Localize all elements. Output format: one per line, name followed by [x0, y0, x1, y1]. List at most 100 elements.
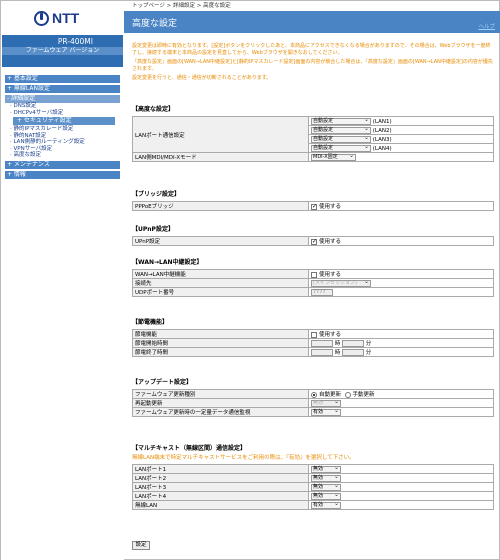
ntt-logo-icon [34, 10, 49, 26]
multicast-row-label: LANポート4 [132, 491, 309, 501]
mdi-select[interactable]: MDI-X固定 [311, 153, 356, 161]
relay-checkbox[interactable] [311, 271, 317, 278]
power-end-min[interactable] [342, 349, 365, 356]
advanced-section: 【高度な設定】 LANポート通信設定 自動設定 (LAN1) 自動設定 (LAN… [132, 106, 494, 162]
power-start-min[interactable] [342, 340, 365, 347]
manual-update-radio[interactable] [344, 391, 351, 398]
power-func-checkbox[interactable] [311, 331, 317, 338]
dest-label: 接続先 [132, 278, 309, 288]
power-func-option: 使用する [319, 332, 342, 338]
multicast-row-label: 無線LAN [132, 500, 309, 510]
ntt-logo: NTT [1, 1, 124, 35]
power-start-label: 節電開始時間 [132, 338, 309, 348]
multicast-heading: 【マルチキャスト（無線区間）通信設定】 [132, 445, 247, 452]
nav-dhcpv4[interactable]: · DHCPv4サーバ設定 [10, 110, 124, 117]
upnp-heading: 【UPnP設定】 [132, 226, 174, 233]
intro-paragraph: 設定変更を行うと、通信・通信が切断されることがあります。 [132, 75, 272, 81]
nav-info[interactable]: + 情報 [5, 170, 120, 179]
manual-update-label: 手動更新 [352, 392, 375, 398]
wan-heading: 【WAN→LAN中継設定】 [132, 259, 203, 266]
firmware-label: ファームウェア バージョン [2, 47, 123, 55]
min-unit: 分 [365, 341, 372, 347]
nav-security[interactable]: + セキュリティ設定 [13, 117, 115, 125]
lan4-label: (LAN4) [372, 145, 392, 152]
multicast-row-label: LANポート1 [132, 464, 309, 474]
advanced-heading: 【高度な設定】 [132, 106, 175, 113]
lan1-label: (LAN1) [372, 118, 392, 125]
hour-unit: 時 [334, 350, 341, 356]
power-func-label: 節電機能 [132, 329, 309, 339]
bridge-heading: 【ブリッジ設定】 [132, 191, 181, 198]
monitor-label: ファームウェア更新時の一定量データ通信監視 [132, 407, 309, 417]
nav-detail-items: · DNS設定 · DHCPv4サーバ設定 [10, 103, 124, 116]
multicast-select[interactable]: 有効 [311, 501, 341, 509]
multicast-row-label: LANポート3 [132, 482, 309, 492]
udp-input[interactable]: 7777 [311, 288, 333, 296]
lan4-select[interactable]: 自動設定 [311, 144, 371, 152]
update-section: 【アップデート設定】 ファームウェア更新種別 自動更新 手動更新 再起動更新 無… [132, 379, 494, 417]
hour-unit: 時 [334, 341, 341, 347]
help-link[interactable]: ヘルプ [478, 22, 495, 30]
bridge-section: 【ブリッジ設定】 PPPoEブリッジ 使用する [132, 191, 494, 211]
power-start-hour[interactable] [311, 340, 333, 347]
restart-label: 再起動更新 [132, 398, 309, 408]
dest-select[interactable]: (メインセッション) [311, 279, 371, 287]
page-header: 高度な設定 ヘルプ [124, 11, 500, 33]
intro-text: 設定変更は即時に有効となります。[設定]ボタンをクリックしたあと、本商品にアクセ… [124, 33, 500, 82]
nav-detail[interactable]: - 詳細設定 [5, 95, 120, 103]
intro-paragraph: 『高度な設定』画面の[WAN→LAN中継設定]と[静的IPマスカレード設定]画面… [132, 59, 493, 72]
multicast-note: 無線LAN端末で特定マルチキャストサービスをご利用の際は、『有効』を選択して下さ… [132, 455, 355, 461]
relay-option: 使用する [319, 272, 342, 278]
lan1-select[interactable]: 自動設定 [311, 117, 371, 125]
nav-basic[interactable]: + 基本設定 [5, 75, 120, 83]
nav-menu: + 基本設定 + 無線LAN設定 - 詳細設定 · DNS設定 · DHCPv4… [1, 75, 124, 179]
restart-select[interactable]: 無効 [311, 399, 341, 407]
bridge-table: PPPoEブリッジ 使用する [132, 201, 494, 211]
pppoe-bridge-checkbox[interactable] [311, 203, 317, 210]
power-end-hour[interactable] [311, 349, 333, 356]
nav-wlan[interactable]: + 無線LAN設定 [5, 85, 120, 93]
multicast-select[interactable]: 無効 [311, 474, 341, 482]
lan2-label: (LAN2) [372, 127, 392, 134]
lan3-label: (LAN3) [372, 136, 392, 143]
ntt-logo-text: NTT [52, 10, 80, 26]
upnp-label: UPnP設定 [132, 236, 309, 246]
breadcrumb: トップページ > 詳細設定 > 高度な設定 [132, 3, 231, 9]
multicast-select[interactable]: 無効 [311, 492, 341, 500]
upnp-section: 【UPnP設定】 UPnP設定 使用する [132, 226, 494, 246]
nav-maintenance[interactable]: + メンテナンス [5, 160, 120, 169]
page-title: 高度な設定 [132, 18, 178, 29]
mdi-label: LAN側MDI/MDI-Xモード [132, 152, 309, 162]
wan-section: 【WAN→LAN中継設定】 WAN→LAN中継機能 使用する 接続先 (メインセ… [132, 259, 494, 297]
lan2-select[interactable]: 自動設定 [311, 126, 371, 134]
model-name: PR-400MI [57, 37, 93, 46]
power-table: 節電機能 使用する 節電開始時間 時 分 節電終了時間 時 分 [132, 329, 494, 357]
nav-advanced[interactable]: · 高度な設定 [10, 152, 124, 159]
upnp-checkbox[interactable] [311, 238, 317, 245]
lan-port-label: LANポート通信設定 [132, 116, 309, 153]
multicast-section: 【マルチキャスト（無線区間）通信設定】 無線LAN端末で特定マルチキャストサービ… [132, 445, 494, 510]
page: NTT PR-400MI ファームウェア バージョン + 基本設定 + 無線LA… [0, 0, 500, 560]
upnp-table: UPnP設定 使用する [132, 236, 494, 246]
main-content: トップページ > 詳細設定 > 高度な設定 高度な設定 ヘルプ 設定変更は即時に… [124, 1, 500, 560]
relay-label: WAN→LAN中継機能 [132, 269, 309, 279]
multicast-row-label: LANポート2 [132, 473, 309, 483]
wan-table: WAN→LAN中継機能 使用する 接続先 (メインセッション) UDPポート番号… [132, 269, 494, 297]
multicast-select[interactable]: 無効 [311, 483, 341, 491]
udp-label: UDPポート番号 [132, 287, 309, 297]
update-type-label: ファームウェア更新種別 [132, 389, 309, 399]
advanced-table: LANポート通信設定 自動設定 (LAN1) 自動設定 (LAN2) 自動設定 … [132, 116, 494, 162]
power-heading: 【節電機能】 [132, 319, 169, 326]
lan3-select[interactable]: 自動設定 [311, 135, 371, 143]
power-section: 【節電機能】 節電機能 使用する 節電開始時間 時 分 節電終了時間 時 分 [132, 319, 494, 357]
intro-paragraph: 設定変更は即時に有効となります。[設定]ボタンをクリックしたあと、本商品にアクセ… [132, 43, 491, 56]
submit-button[interactable]: 設定 [132, 541, 150, 550]
sidebar: NTT PR-400MI ファームウェア バージョン + 基本設定 + 無線LA… [1, 1, 124, 560]
auto-update-radio[interactable] [311, 391, 317, 398]
pppoe-bridge-label: PPPoEブリッジ [132, 201, 309, 211]
multicast-select[interactable]: 無効 [311, 465, 341, 473]
upnp-option: 使用する [319, 239, 342, 245]
model-info: PR-400MI ファームウェア バージョン [2, 35, 123, 67]
firmware-version [62, 56, 64, 64]
monitor-select[interactable]: 有効 [311, 408, 341, 416]
